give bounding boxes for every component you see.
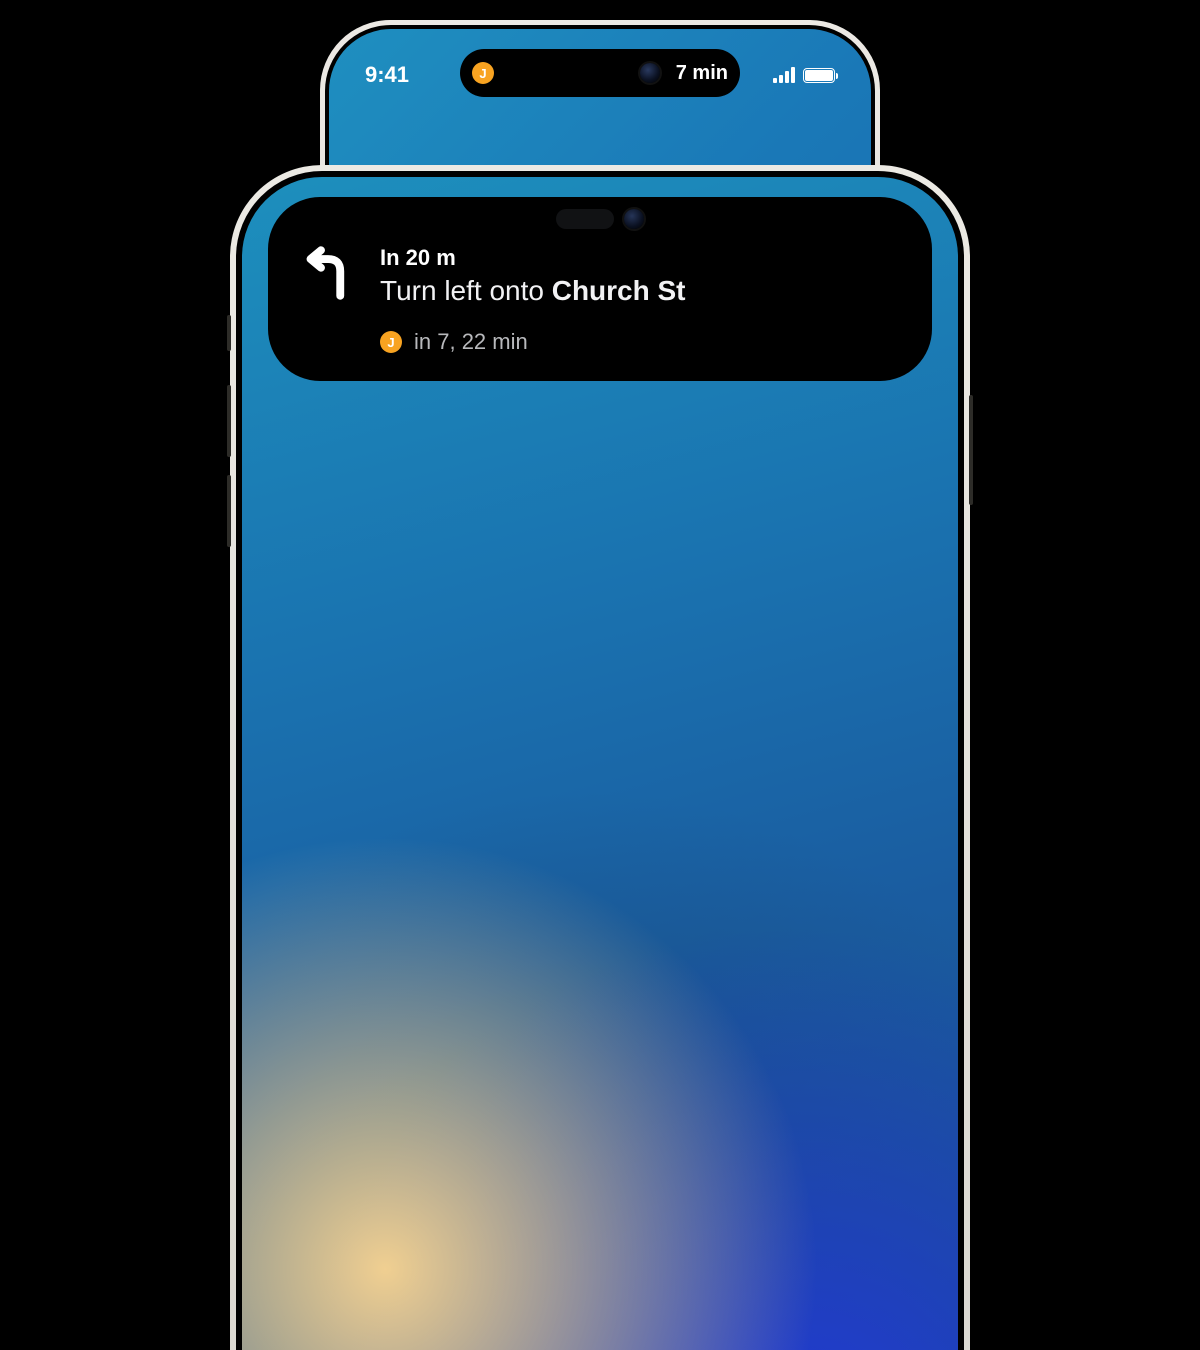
status-time: 9:41	[365, 62, 445, 88]
app-badge-icon: J	[380, 331, 402, 353]
status-icons	[773, 67, 835, 83]
front-camera-icon	[624, 209, 644, 229]
dynamic-island-compact[interactable]: J 7 min	[460, 49, 740, 97]
turn-distance: In 20 m	[380, 245, 894, 271]
side-power-button[interactable]	[969, 395, 973, 505]
turn-instruction-street: Church St	[552, 275, 686, 306]
phone-device-front: In 20 m Turn left onto Church St J in 7,…	[230, 165, 970, 1350]
compact-eta: 7 min	[676, 62, 728, 85]
battery-icon	[803, 68, 835, 83]
turn-direction-row: In 20 m Turn left onto Church St	[300, 245, 894, 307]
turn-instruction-prefix: Turn left onto	[380, 275, 552, 306]
proximity-sensor-icon	[556, 209, 614, 229]
turn-left-arrow-icon	[300, 245, 356, 306]
eta-row: J in 7, 22 min	[380, 329, 894, 355]
mute-switch[interactable]	[227, 315, 231, 351]
front-camera-icon	[640, 63, 660, 83]
phone-bezel-front: In 20 m Turn left onto Church St J in 7,…	[236, 171, 964, 1350]
phone-screen-front: In 20 m Turn left onto Church St J in 7,…	[242, 177, 958, 1350]
app-badge-icon: J	[472, 62, 494, 84]
turn-text-block: In 20 m Turn left onto Church St	[380, 245, 894, 307]
sensor-housing	[556, 209, 644, 229]
volume-up-button[interactable]	[227, 385, 231, 457]
eta-detail: in 7, 22 min	[414, 329, 528, 355]
volume-down-button[interactable]	[227, 475, 231, 547]
dynamic-island-expanded[interactable]: In 20 m Turn left onto Church St J in 7,…	[268, 197, 932, 381]
cellular-signal-icon	[773, 67, 795, 83]
turn-instruction: Turn left onto Church St	[380, 275, 894, 307]
